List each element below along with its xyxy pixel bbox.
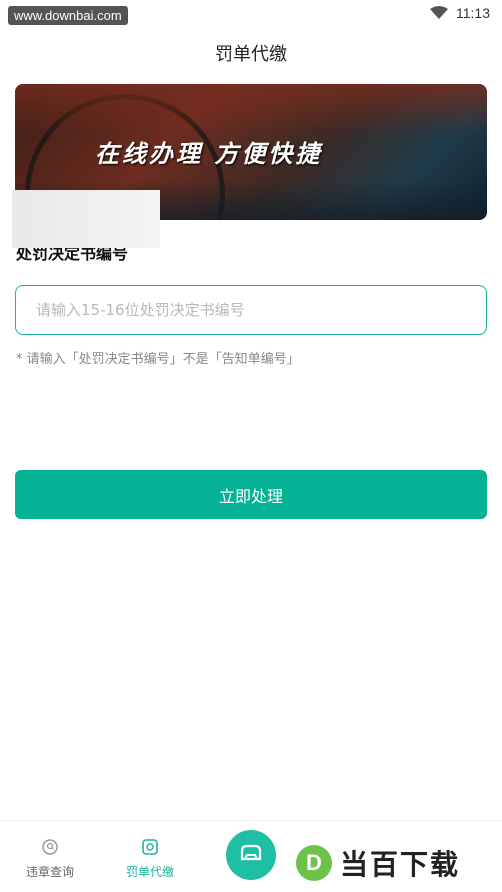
status-bar: www.downbai.com 11:13 [0, 0, 502, 30]
decision-number-input[interactable] [16, 286, 486, 334]
status-indicators: 11:13 [430, 5, 490, 21]
page-title: 罚单代缴 [215, 44, 287, 65]
input-hint: * 请输入「处罚决定书编号」不是「告知单编号」 [16, 352, 300, 367]
bottom-tab-bar: 违章查询 罚单代缴 D 当百下载 [0, 820, 502, 892]
tab-label: 罚单代缴 [125, 865, 174, 879]
brand-watermark: D 当百下载 [296, 843, 460, 883]
brand-text: 当百下载 [340, 848, 461, 881]
tab-violation-query[interactable]: 违章查询 [10, 837, 90, 880]
search-icon [40, 837, 60, 857]
blurred-region [12, 190, 160, 248]
wifi-icon [430, 6, 448, 20]
clock: 11:13 [456, 5, 490, 21]
car-icon [237, 841, 265, 869]
brand-logo: D [296, 845, 332, 881]
tab-label: 违章查询 [25, 865, 74, 879]
site-watermark: www.downbai.com [8, 6, 128, 25]
decision-number-field[interactable] [15, 285, 487, 335]
title-bar: 罚单代缴 [0, 40, 502, 70]
submit-button[interactable]: 立即处理 [15, 470, 487, 519]
center-car-button[interactable] [226, 830, 276, 880]
banner-slogan: 在线办理 方便快捷 [95, 140, 323, 168]
ticket-icon [140, 837, 160, 857]
tab-fine-payment[interactable]: 罚单代缴 [110, 837, 190, 880]
